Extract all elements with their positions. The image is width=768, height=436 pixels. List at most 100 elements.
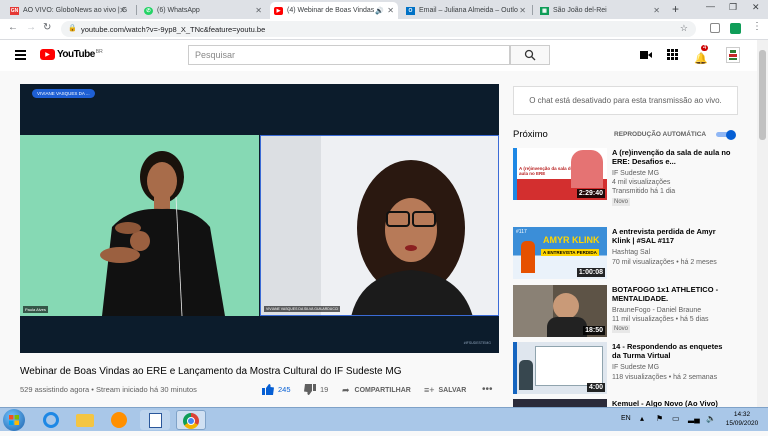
video-thumbnail[interactable]: [513, 399, 607, 407]
search-input[interactable]: Pesquisar: [188, 45, 510, 65]
close-icon[interactable]: ✕: [119, 6, 126, 15]
recommendation-item[interactable]: Kemuel - Algo Novo (Ao Vivo): [513, 399, 753, 407]
word-icon[interactable]: [140, 410, 170, 430]
share-icon: ➦: [342, 385, 350, 395]
globonews-icon: GN: [10, 6, 19, 15]
outlook-icon: O: [406, 6, 415, 15]
recommendation-item[interactable]: #117 AMYR KLINK A ENTREVISTA PERDIDA 1:0…: [513, 227, 753, 279]
sheets-icon: ▦: [540, 6, 549, 15]
tab-youtube-webinar[interactable]: ▶ (4) Webinar de Boas Vindas 🔊 ✕: [270, 2, 398, 19]
recommendation-channel[interactable]: IF Sudeste MG: [612, 363, 659, 372]
share-button[interactable]: ➦ COMPARTILHAR: [342, 385, 411, 396]
whatsapp-icon: ✆: [144, 6, 153, 15]
video-thumbnail[interactable]: #117 AMYR KLINK A ENTREVISTA PERDIDA 1:0…: [513, 227, 607, 279]
media-player-icon[interactable]: [104, 410, 134, 430]
chrome-icon[interactable]: [176, 410, 206, 430]
thumbs-down-icon: [304, 384, 316, 395]
url-text: youtube.com/watch?v=-9yp8_X_TNc&feature=…: [81, 24, 266, 34]
autoplay-label: REPRODUÇÃO AUTOMÁTICA: [614, 131, 707, 138]
menu-dots-icon[interactable]: ⋮: [752, 21, 762, 32]
explorer-icon[interactable]: [70, 410, 100, 430]
close-icon[interactable]: ✕: [255, 6, 262, 15]
ie-icon[interactable]: [36, 410, 66, 430]
notifications-button[interactable]: 🔔 4: [694, 45, 709, 67]
recommendation-item[interactable]: 18:50 BOTAFOGO 1x1 ATHLETICO - MENTALIDA…: [513, 285, 753, 337]
recommendation-title[interactable]: A entrevista perdida de Amyr Klink | #SA…: [612, 227, 732, 245]
search-icon: [524, 49, 536, 61]
recommendation-views: 4 mil visualizações: [612, 179, 671, 186]
bell-icon: 🔔: [694, 53, 708, 65]
video-player[interactable]: VIVIANE VASQUES DA ... Paula Alves VIVIA…: [20, 84, 499, 353]
recommendation-channel[interactable]: Hashtag Sal: [612, 248, 650, 257]
start-button[interactable]: [3, 409, 25, 431]
tray-up-icon[interactable]: ▴: [640, 414, 644, 423]
dislike-button[interactable]: 19: [304, 384, 328, 395]
tab-divider: [532, 5, 533, 15]
recommendation-title[interactable]: A (re)invenção da sala de aula no ERE: D…: [612, 148, 732, 166]
video-thumbnail[interactable]: A (re)invenção da sala de aula no ERE 2:…: [513, 148, 607, 200]
extension-green-icon[interactable]: [730, 23, 741, 34]
address-bar[interactable]: 🔒 youtube.com/watch?v=-9yp8_X_TNc&featur…: [61, 21, 696, 37]
tab-sao-joao[interactable]: ▦ São João del-Rei ✕: [536, 2, 664, 19]
close-icon[interactable]: ✕: [519, 6, 526, 15]
extension-icon[interactable]: [710, 23, 720, 33]
lock-icon: 🔒: [68, 25, 77, 32]
maximize-button[interactable]: ❐: [729, 2, 737, 13]
recommendation-title[interactable]: 14 - Respondendo as enquetes da Turma Vi…: [612, 342, 732, 360]
language-indicator[interactable]: EN: [621, 415, 631, 422]
close-icon[interactable]: ✕: [387, 6, 394, 15]
tab-outlook[interactable]: O Email – Juliana Almeida – Outlo ✕: [402, 2, 530, 19]
clock[interactable]: 14:32 15/09/2020: [724, 410, 760, 428]
back-icon[interactable]: ←: [8, 22, 18, 33]
new-badge: Novo: [612, 325, 631, 333]
more-actions-icon[interactable]: •••: [482, 384, 493, 395]
recommendation-title[interactable]: Kemuel - Algo Novo (Ao Vivo): [612, 399, 732, 407]
tab-globonews[interactable]: GN AO VIVO: GloboNews ao vivo | G ✕: [6, 2, 130, 19]
chat-disabled-box: O chat está desativado para esta transmi…: [513, 86, 738, 115]
youtube-header: ▶ YouTube BR Pesquisar 🔔 4: [0, 40, 757, 71]
search-button[interactable]: [510, 45, 550, 65]
save-button[interactable]: ≡+ SALVAR: [424, 385, 466, 395]
recommendation-views: 11 mil visualizações • há 5 dias: [612, 316, 709, 323]
star-icon[interactable]: ☆: [680, 23, 688, 34]
flag-icon[interactable]: ⚑: [656, 414, 663, 423]
network-icon[interactable]: ▂▄: [688, 414, 700, 423]
page-scrollbar[interactable]: [757, 40, 768, 407]
participant-name: Paula Alves: [23, 306, 48, 313]
youtube-play-icon: ▶: [40, 49, 55, 60]
autoplay-toggle[interactable]: [716, 130, 736, 140]
recommendation-title[interactable]: BOTAFOGO 1x1 ATHLETICO - MENTALIDADE.: [612, 285, 732, 303]
recommendation-channel[interactable]: IF Sudeste MG: [612, 169, 659, 178]
new-tab-button[interactable]: +: [672, 2, 679, 16]
hamburger-menu-icon[interactable]: [15, 50, 26, 60]
recommendation-item[interactable]: A (re)invenção da sala de aula no ERE 2:…: [513, 148, 753, 206]
interpreter-figure: [100, 151, 225, 316]
watermark: #IFSUDESTEMG: [463, 341, 491, 345]
forward-icon[interactable]: →: [26, 22, 36, 33]
close-icon[interactable]: ✕: [653, 6, 660, 15]
video-title: Webinar de Boas Vindas ao ERE e Lançamen…: [20, 366, 402, 377]
video-pane-speaker: VIVIANE VASQUES DA SILVA GUILARDUCCI: [260, 135, 499, 316]
youtube-icon: ▶: [274, 6, 283, 15]
apps-grid-icon[interactable]: [667, 49, 678, 60]
recommendation-item[interactable]: 4:00 14 - Respondendo as enquetes da Tur…: [513, 342, 753, 394]
recommendation-channel[interactable]: BrauneFogo - Daniel Braune: [612, 306, 701, 315]
video-thumbnail[interactable]: 4:00: [513, 342, 607, 394]
speaker-label: VIVIANE VASQUES DA ...: [32, 89, 95, 98]
avatar[interactable]: [726, 47, 740, 63]
like-button[interactable]: 245: [262, 384, 291, 395]
create-video-icon[interactable]: [640, 50, 652, 60]
browser-tab-strip: GN AO VIVO: GloboNews ao vivo | G ✕ ✆ (6…: [0, 0, 768, 19]
speaker-icon[interactable]: 🔊: [375, 7, 384, 15]
reload-icon[interactable]: ↻: [43, 22, 51, 33]
battery-icon[interactable]: ▭: [672, 414, 680, 423]
thumbs-up-icon: [262, 384, 274, 395]
video-viewers: 529 assistindo agora • Stream iniciado h…: [20, 385, 197, 394]
minimize-button[interactable]: —: [706, 1, 715, 11]
volume-icon[interactable]: 🔈: [706, 414, 716, 423]
video-thumbnail[interactable]: 18:50: [513, 285, 607, 337]
notification-badge: 4: [701, 45, 709, 51]
tab-whatsapp[interactable]: ✆ (6) WhatsApp ✕: [140, 2, 266, 19]
window-close-button[interactable]: ✕: [752, 2, 760, 13]
youtube-logo[interactable]: ▶ YouTube BR: [40, 49, 103, 60]
